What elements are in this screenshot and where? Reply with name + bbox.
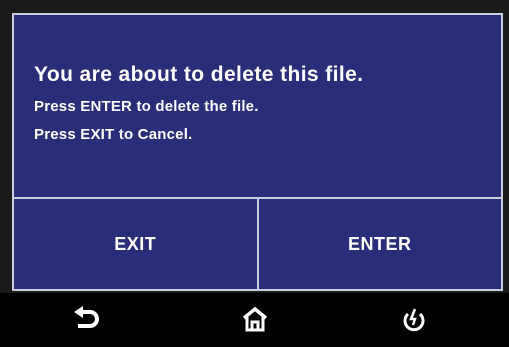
dialog-instruction-enter: Press ENTER to delete the file.	[34, 98, 259, 115]
dialog-title: You are about to delete this file.	[34, 63, 364, 86]
back-button[interactable]	[68, 303, 104, 335]
dialog-button-row: EXIT ENTER	[14, 199, 501, 289]
power-icon	[403, 308, 425, 332]
power-button[interactable]	[396, 303, 432, 335]
exit-button[interactable]: EXIT	[14, 199, 259, 289]
footer-bar	[0, 293, 509, 347]
home-icon	[242, 306, 268, 332]
back-icon	[74, 306, 99, 328]
dialog-instruction-exit: Press EXIT to Cancel.	[34, 126, 193, 143]
home-button[interactable]	[237, 303, 273, 335]
enter-button[interactable]: ENTER	[259, 199, 502, 289]
screen: You are about to delete this file. Press…	[0, 0, 509, 347]
dialog-message-panel: You are about to delete this file. Press…	[14, 15, 501, 199]
delete-confirm-dialog: You are about to delete this file. Press…	[12, 13, 503, 291]
